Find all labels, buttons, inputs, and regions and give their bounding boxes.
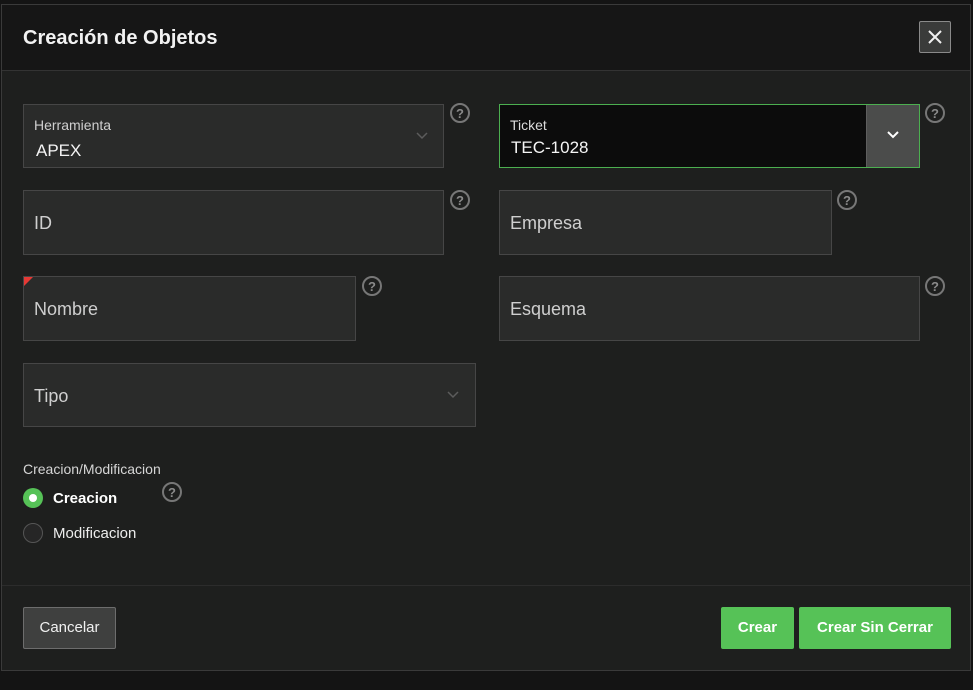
id-field[interactable]: ID: [23, 190, 444, 255]
esquema-field[interactable]: Esquema: [499, 276, 920, 341]
radio-modificacion-label[interactable]: Modificacion: [53, 525, 136, 542]
nombre-field[interactable]: Nombre: [23, 276, 356, 341]
herramienta-label: Herramienta: [34, 117, 112, 133]
radio-modificacion[interactable]: [23, 523, 43, 543]
ticket-combobox[interactable]: Ticket TEC-1028: [499, 104, 920, 168]
empresa-placeholder: Empresa: [510, 213, 583, 233]
herramienta-help-icon[interactable]: ?: [450, 103, 470, 123]
herramienta-value: APEX: [36, 141, 82, 160]
required-indicator: [24, 277, 33, 286]
close-icon: [928, 30, 942, 44]
dialog-header: Creación de Objetos: [2, 5, 970, 71]
tipo-select[interactable]: Tipo: [23, 363, 476, 427]
creacion-modificacion-label: Creacion/Modificacion: [23, 461, 161, 477]
dialog-footer: Cancelar Crear Crear Sin Cerrar: [2, 585, 970, 670]
ticket-value: TEC-1028: [511, 138, 589, 157]
esquema-help-icon[interactable]: ?: [925, 276, 945, 296]
ticket-dropdown-button[interactable]: [866, 105, 919, 167]
cancel-button[interactable]: Cancelar: [23, 607, 116, 649]
ticket-label: Ticket: [510, 117, 547, 133]
chevron-down-icon: [416, 132, 428, 140]
id-help-icon[interactable]: ?: [450, 190, 470, 210]
dialog-title: Creación de Objetos: [23, 27, 218, 49]
empresa-field[interactable]: Empresa: [499, 190, 832, 255]
dialog: Creación de Objetos Herramienta APEX ? T…: [1, 4, 971, 671]
esquema-placeholder: Esquema: [510, 299, 587, 319]
tipo-placeholder: Tipo: [34, 386, 69, 406]
create-button[interactable]: Crear: [721, 607, 794, 649]
ticket-help-icon[interactable]: ?: [925, 103, 945, 123]
chevron-down-icon: [887, 131, 899, 139]
nombre-help-icon[interactable]: ?: [362, 276, 382, 296]
empresa-help-icon[interactable]: ?: [837, 190, 857, 210]
radio-creacion-label[interactable]: Creacion: [53, 490, 117, 507]
herramienta-select[interactable]: Herramienta APEX: [23, 104, 444, 168]
chevron-down-icon: [447, 391, 459, 399]
close-button[interactable]: [919, 21, 951, 53]
radio-creacion[interactable]: [23, 488, 43, 508]
nombre-placeholder: Nombre: [34, 299, 99, 319]
creacion-modificacion-help-icon[interactable]: ?: [162, 482, 182, 502]
create-no-close-button[interactable]: Crear Sin Cerrar: [799, 607, 951, 649]
id-placeholder: ID: [34, 213, 52, 233]
